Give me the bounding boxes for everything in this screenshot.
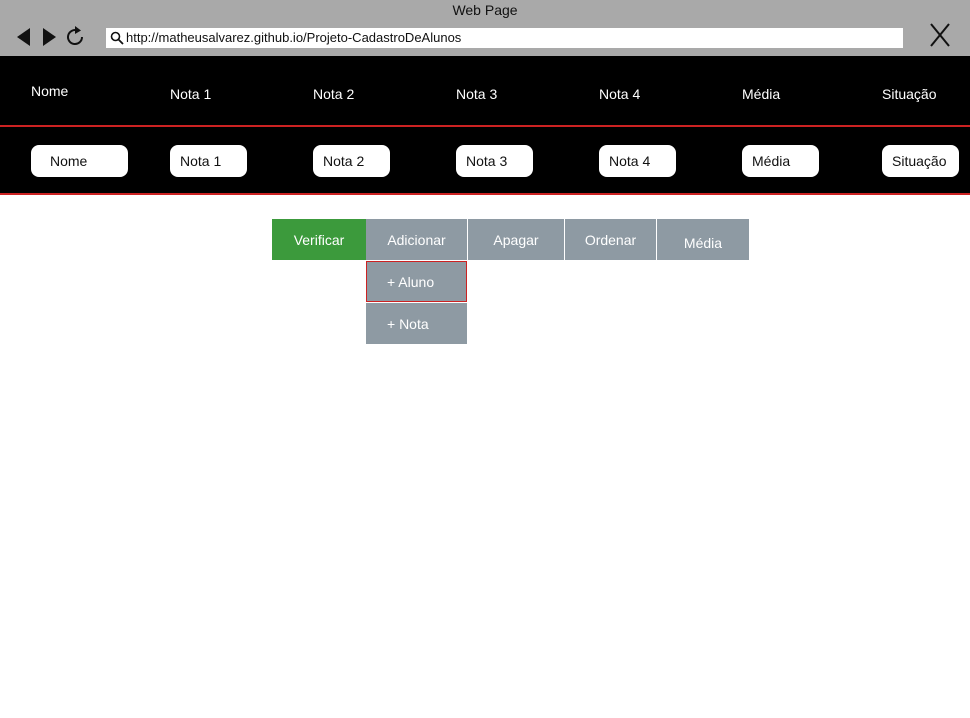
column-header-nota3: Nota 3 bbox=[456, 86, 498, 102]
input-band-divider bbox=[0, 193, 970, 195]
nota1-input[interactable] bbox=[170, 145, 247, 177]
column-header-media: Média bbox=[742, 86, 781, 102]
nota3-input[interactable] bbox=[456, 145, 533, 177]
situacao-input[interactable] bbox=[882, 145, 959, 177]
column-header-nota1: Nota 1 bbox=[170, 86, 212, 102]
close-icon[interactable] bbox=[928, 22, 952, 48]
column-header-nome: Nome bbox=[31, 83, 69, 99]
table-header-band: Nome Nota 1 Nota 2 Nota 3 Nota 4 Média S… bbox=[0, 56, 970, 126]
adicionar-button[interactable]: Adicionar bbox=[366, 219, 467, 260]
nota2-input[interactable] bbox=[313, 145, 390, 177]
verificar-button[interactable]: Verificar bbox=[272, 219, 366, 260]
window-title: Web Page bbox=[452, 2, 518, 18]
forward-arrow-icon[interactable] bbox=[38, 25, 62, 49]
add-aluno-menu-item[interactable]: + Aluno bbox=[366, 261, 467, 302]
media-button[interactable]: Média bbox=[657, 219, 749, 260]
browser-titlebar: Web Page http://matheusalvarez.github.io… bbox=[0, 0, 970, 56]
reload-icon[interactable] bbox=[63, 25, 87, 49]
nome-input[interactable] bbox=[31, 145, 128, 177]
apagar-button[interactable]: Apagar bbox=[468, 219, 564, 260]
address-bar[interactable]: http://matheusalvarez.github.io/Projeto-… bbox=[106, 28, 903, 48]
ordenar-button[interactable]: Ordenar bbox=[565, 219, 656, 260]
column-header-nota2: Nota 2 bbox=[313, 86, 355, 102]
url-text: http://matheusalvarez.github.io/Projeto-… bbox=[126, 30, 462, 45]
column-header-nota4: Nota 4 bbox=[599, 86, 641, 102]
search-icon bbox=[110, 31, 124, 45]
back-arrow-icon[interactable] bbox=[13, 25, 37, 49]
media-input[interactable] bbox=[742, 145, 819, 177]
add-nota-menu-item[interactable]: + Nota bbox=[366, 303, 467, 344]
column-header-situacao: Situação bbox=[882, 86, 937, 102]
nota4-input[interactable] bbox=[599, 145, 676, 177]
